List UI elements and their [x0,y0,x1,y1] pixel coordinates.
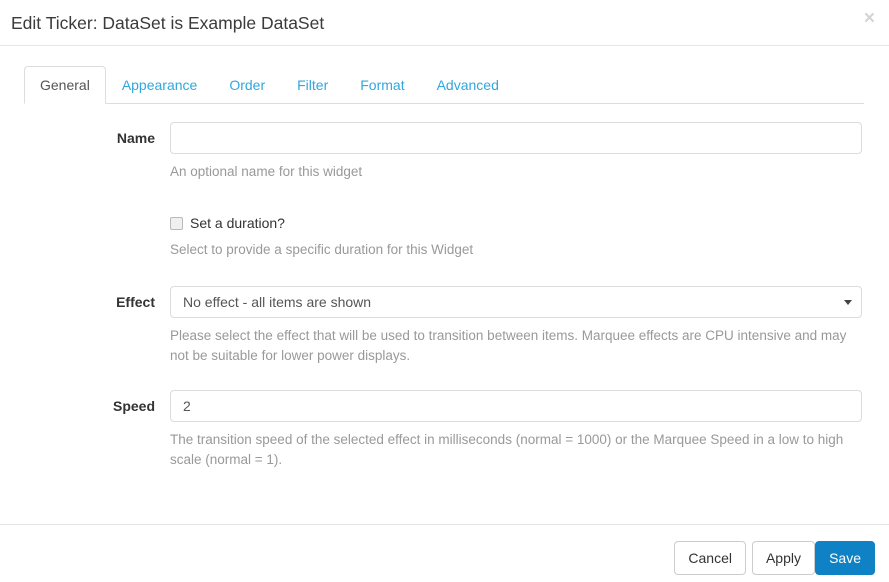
cancel-button[interactable]: Cancel [674,541,746,575]
effect-label: Effect [116,294,155,310]
dialog-header: Edit Ticker: DataSet is Example DataSet … [0,0,889,46]
tab-advanced[interactable]: Advanced [421,66,515,104]
effect-select[interactable]: No effect - all items are shown [170,286,862,318]
tab-filter[interactable]: Filter [281,66,344,104]
speed-help-text: The transition speed of the selected eff… [170,432,844,467]
duration-checkbox-row[interactable]: Set a duration? [170,214,862,232]
name-control: An optional name for this widget [170,122,862,182]
apply-button[interactable]: Apply [751,541,815,575]
tab-bar: General Appearance Order Filter Format A… [24,66,864,104]
tab-general[interactable]: General [24,66,106,104]
speed-control: The transition speed of the selected eff… [170,390,862,470]
dialog-title: Edit Ticker: DataSet is Example DataSet [11,13,325,33]
effect-selected-value[interactable]: No effect - all items are shown [170,286,862,318]
tab-appearance[interactable]: Appearance [106,66,214,104]
set-duration-checkbox[interactable] [170,216,183,230]
speed-input[interactable] [170,390,862,422]
duration-control: Set a duration? Select to provide a spec… [170,214,862,260]
speed-label: Speed [112,398,155,414]
save-button[interactable]: Save [815,541,875,575]
tab-format[interactable]: Format [344,66,420,104]
dialog-footer: Cancel Apply Save [0,524,889,582]
effect-control: No effect - all items are shown Please s… [170,286,862,366]
name-help-text: An optional name for this widget [170,164,363,179]
set-duration-label[interactable]: Set a duration? [190,214,285,232]
duration-help-text: Select to provide a specific duration fo… [170,242,474,257]
name-input[interactable] [170,122,862,154]
close-icon[interactable]: × [864,9,875,29]
effect-help-text: Please select the effect that will be us… [170,328,847,363]
dialog-body: Name An optional name for this widget Se… [0,104,889,524]
tab-order[interactable]: Order [213,66,281,104]
edit-ticker-dialog: Edit Ticker: DataSet is Example DataSet … [0,0,889,582]
name-label: Name [116,130,155,146]
